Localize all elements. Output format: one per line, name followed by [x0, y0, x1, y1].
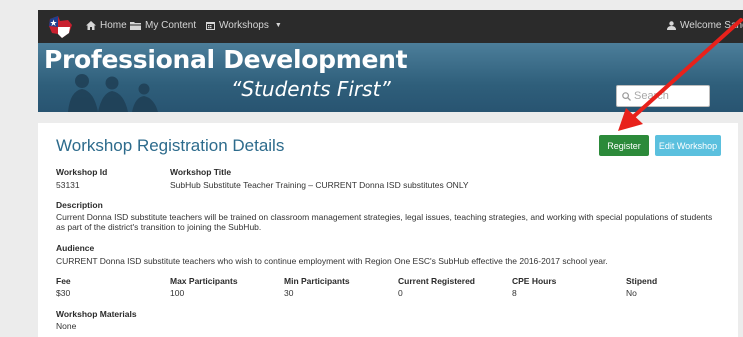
min-participants-label: Min Participants	[284, 276, 350, 286]
current-registered-value: 0	[398, 288, 403, 298]
welcome-label: Welcome Sandy	[680, 20, 743, 31]
workshop-id-label: Workshop Id	[56, 167, 108, 177]
audience-label: Audience	[56, 243, 95, 253]
cpe-hours-value: 8	[512, 288, 517, 298]
folder-icon	[130, 22, 141, 30]
cpe-hours-label: CPE Hours	[512, 276, 557, 286]
user-icon	[667, 21, 676, 30]
description-value: Current Donna ISD substitute teachers wi…	[56, 212, 713, 232]
workshop-title-label: Workshop Title	[170, 167, 232, 177]
nav-my-content-label: My Content	[145, 20, 197, 31]
page-title: Workshop Registration Details	[56, 136, 285, 155]
search-box[interactable]	[616, 85, 710, 107]
search-input[interactable]	[634, 90, 704, 102]
workshop-materials-value: None	[56, 321, 77, 331]
description-label: Description	[56, 200, 103, 210]
max-participants-value: 100	[170, 288, 185, 298]
audience-value: CURRENT Donna ISD substitute teachers wh…	[56, 256, 608, 266]
workshop-title-value: SubHub Substitute Teacher Training – CUR…	[170, 180, 469, 190]
home-icon	[86, 21, 96, 30]
nav-home[interactable]: Home	[86, 20, 127, 31]
stipend-label: Stipend	[626, 276, 658, 286]
nav-my-content[interactable]: My Content	[130, 20, 196, 31]
current-registered-label: Current Registered	[398, 276, 475, 286]
chevron-down-icon: ▼	[274, 22, 282, 29]
edit-workshop-button[interactable]: Edit Workshop	[655, 135, 721, 156]
banner-subtitle: “Students First”	[231, 77, 391, 101]
fee-value: $30	[56, 288, 71, 298]
nav-workshops-label: Workshops	[219, 20, 269, 31]
texas-flag-logo[interactable]	[46, 13, 76, 41]
workshop-materials-label: Workshop Materials	[56, 309, 137, 319]
students-silhouette-image	[68, 74, 158, 112]
top-navbar: Home My Content Workshops ▼ Welcome Sand…	[38, 10, 743, 43]
stipend-value: No	[626, 288, 637, 298]
min-participants-value: 30	[284, 288, 294, 298]
max-participants-label: Max Participants	[170, 276, 238, 286]
header-banner: Professional Development “Students First…	[38, 43, 743, 112]
fee-label: Fee	[56, 276, 71, 286]
calendar-icon	[206, 22, 215, 30]
search-icon	[622, 91, 631, 101]
register-button[interactable]: Register	[599, 135, 649, 156]
nav-workshops-dropdown[interactable]: Workshops ▼	[206, 20, 282, 31]
workshop-id-value: 53131	[56, 180, 80, 190]
nav-home-label: Home	[100, 20, 127, 31]
banner-title: Professional Development	[44, 45, 408, 74]
user-menu-dropdown[interactable]: Welcome Sandy ▼	[667, 20, 743, 31]
workshop-details-card: Workshop Registration Details Register E…	[38, 123, 738, 337]
